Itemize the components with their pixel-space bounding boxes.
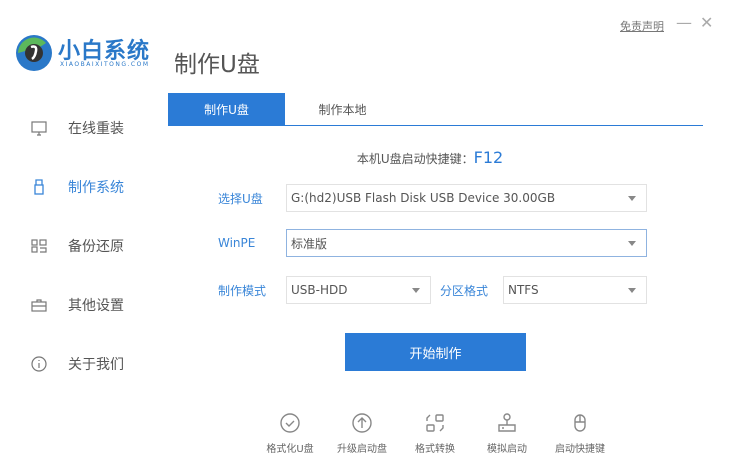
hotkey-info: 本机U盘启动快捷键：F12 [356, 148, 504, 167]
sidebar-item-label: 在线重装 [68, 121, 124, 137]
sidebar-item-online-reinstall[interactable]: 在线重装 [30, 116, 124, 140]
partition-label: 分区格式 [440, 284, 489, 298]
usb-select[interactable]: G:(hd2)USB Flash Disk USB Device 30.00GB [286, 184, 647, 212]
chevron-down-icon [628, 196, 636, 201]
mode-label: 制作模式 [218, 284, 267, 298]
sidebar-item-backup-restore[interactable]: 备份还原 [30, 234, 124, 258]
sidebar-item-make-system[interactable]: 制作系统 [30, 175, 124, 199]
mouse-icon [574, 414, 586, 432]
briefcase-icon [31, 299, 47, 312]
minimize-button[interactable]: — [676, 13, 692, 32]
sidebar-item-about[interactable]: 关于我们 [30, 352, 124, 376]
usb-icon [34, 179, 44, 195]
stamp-icon [498, 413, 516, 432]
sidebar-item-label: 制作系统 [68, 180, 124, 196]
info-icon [31, 356, 47, 372]
grid-icon [31, 239, 47, 253]
page-title: 制作U盘 [174, 52, 260, 78]
tool-format-usb[interactable]: 格式化U盘 [254, 412, 326, 455]
tool-upgrade-boot[interactable]: 升级启动盘 [326, 412, 398, 455]
convert-icon [426, 414, 444, 432]
winpe-select[interactable]: 标准版 [286, 229, 647, 257]
monitor-icon [31, 121, 47, 136]
logo [14, 33, 54, 73]
hotkey-value: F12 [473, 148, 504, 167]
sidebar-item-label: 备份还原 [68, 239, 124, 255]
sidebar-item-label: 其他设置 [68, 298, 124, 314]
mode-select[interactable]: USB-HDD [286, 276, 431, 304]
winpe-label: WinPE [218, 236, 256, 250]
chevron-down-icon [628, 241, 636, 246]
chevron-down-icon [412, 288, 420, 293]
tool-simulate-boot[interactable]: 模拟启动 [471, 412, 543, 455]
start-button[interactable]: 开始制作 [345, 333, 526, 371]
sidebar-item-other-settings[interactable]: 其他设置 [30, 293, 124, 317]
chevron-down-icon [628, 288, 636, 293]
upload-circle-icon [352, 413, 372, 433]
usb-label: 选择U盘 [218, 192, 263, 206]
disclaimer-link[interactable]: 免责声明 [620, 18, 664, 34]
tab-make-usb[interactable]: 制作U盘 [168, 93, 285, 125]
sidebar-item-label: 关于我们 [68, 357, 124, 373]
close-button[interactable]: ✕ [700, 13, 713, 32]
tool-boot-hotkey[interactable]: 启动快捷键 [544, 412, 616, 455]
tool-format-convert[interactable]: 格式转换 [399, 412, 471, 455]
tab-make-local[interactable]: 制作本地 [300, 93, 385, 125]
partition-select[interactable]: NTFS [503, 276, 647, 304]
logo-subtitle: XIAOBAIXITONG.COM [60, 61, 150, 68]
tab-divider [168, 125, 703, 126]
check-circle-icon [280, 413, 300, 433]
